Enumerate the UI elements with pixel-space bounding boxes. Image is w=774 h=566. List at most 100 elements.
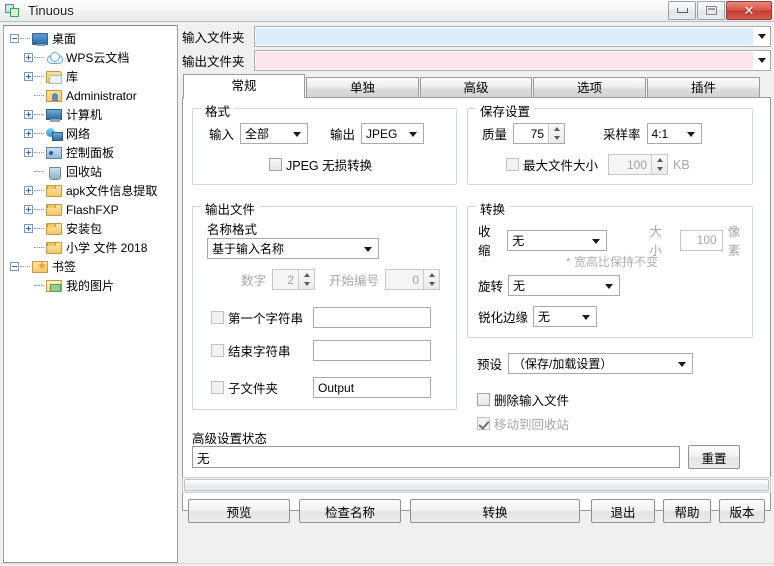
expand-icon[interactable] [24, 186, 33, 195]
tab-3[interactable]: 选项 [533, 77, 646, 98]
input-folder-dropdown-button[interactable] [753, 26, 770, 46]
format-output-value: JPEG [366, 126, 398, 141]
format-output-select[interactable]: JPEG [361, 123, 425, 144]
tree-item[interactable]: 计算机 [10, 105, 177, 124]
delete-input-files-checkbox[interactable]: 删除输入文件 [477, 390, 569, 409]
input-folder-field[interactable] [256, 27, 753, 45]
tab-0[interactable]: 常规 [183, 74, 305, 98]
control-panel-icon [46, 146, 62, 159]
expand-icon[interactable] [24, 148, 33, 157]
tab-4[interactable]: 插件 [647, 77, 760, 98]
maximize-button[interactable] [697, 1, 725, 20]
action-button-1[interactable]: 检查名称 [299, 499, 401, 523]
expand-icon[interactable] [24, 53, 33, 62]
format-input-select[interactable]: 全部 [240, 123, 309, 144]
format-group-title: 格式 [201, 101, 235, 120]
quality-value[interactable]: 75 [514, 127, 548, 141]
tree-item[interactable]: 安装包 [10, 219, 177, 238]
action-button-5[interactable]: 版本 [719, 499, 765, 523]
output-file-group: 输出文件 名称格式 基于输入名称 数字 2 开始编号 0 第一个字符串 结束字符… [192, 199, 457, 410]
close-button[interactable]: ✕ [726, 1, 772, 20]
tree-item[interactable]: 小学 文件 2018 [10, 238, 177, 257]
first-string-input[interactable] [313, 307, 431, 328]
spinner-down-icon [553, 136, 560, 141]
action-button-3[interactable]: 退出 [591, 499, 655, 523]
folder-icon [46, 184, 62, 197]
input-folder-combo[interactable] [254, 25, 771, 47]
quality-spinner[interactable]: 75 [513, 123, 566, 144]
tree-item[interactable]: 我的图片 [10, 276, 177, 295]
action-button-2[interactable]: 转换 [410, 499, 580, 523]
sharpen-select[interactable]: 无 [533, 306, 598, 327]
tree-item[interactable]: 网络 [10, 124, 177, 143]
checkbox-box [269, 158, 282, 171]
folder-tree-panel[interactable]: 桌面 WPS云文档库 Administrator 计算机 网络 控制面板回收站 apk文件信… [3, 25, 178, 563]
sampling-select[interactable]: 4:1 [646, 123, 702, 144]
computer-icon [46, 109, 62, 122]
chevron-down-icon [592, 238, 601, 244]
jpeg-lossless-checkbox[interactable]: JPEG 无损转换 [269, 155, 372, 174]
start-number-spinner: 0 [385, 269, 441, 290]
shrink-select[interactable]: 无 [507, 229, 608, 251]
tree-item[interactable]: 桌面 [10, 29, 177, 48]
output-folder-combo[interactable] [254, 49, 771, 71]
expand-icon[interactable] [24, 129, 33, 138]
tab-1[interactable]: 单独 [306, 77, 419, 98]
chevron-down-icon [364, 247, 372, 252]
tree-item[interactable]: 回收站 [10, 162, 177, 181]
output-folder-dropdown-button[interactable] [753, 50, 770, 70]
shrink-value: 无 [512, 233, 525, 248]
checkbox-box [477, 417, 490, 430]
action-button-4[interactable]: 帮助 [663, 499, 711, 523]
monitor-icon [32, 32, 48, 46]
subfolder-checkbox[interactable]: 子文件夹 [211, 378, 309, 397]
spinner-buttons[interactable] [548, 124, 565, 143]
expand-icon[interactable] [24, 205, 33, 214]
tab-2[interactable]: 高级 [420, 77, 532, 98]
subfolder-input[interactable]: Output [313, 377, 431, 398]
tree-item[interactable]: 库 [10, 67, 177, 86]
output-file-group-title: 输出文件 [201, 199, 260, 218]
expand-icon[interactable] [24, 110, 33, 119]
rotate-select[interactable]: 无 [508, 275, 621, 296]
format-input-value: 全部 [245, 127, 270, 141]
tree-item[interactable]: FlashFXP [10, 200, 177, 219]
advanced-status-field[interactable]: 无 [192, 446, 680, 468]
tree-item[interactable]: 书签 [10, 257, 177, 276]
close-icon: ✕ [743, 3, 755, 18]
tree-item[interactable]: WPS云文档 [10, 48, 177, 67]
max-file-size-checkbox[interactable]: 最大文件大小 [506, 155, 598, 174]
reset-button[interactable]: 重置 [688, 445, 740, 469]
expand-icon[interactable] [24, 224, 33, 233]
tree-item-label: FlashFXP [66, 202, 119, 217]
end-string-checkbox[interactable]: 结束字符串 [211, 341, 309, 360]
horizontal-scrollbar[interactable] [182, 477, 771, 493]
tree-connector [34, 76, 44, 77]
collapse-icon[interactable] [10, 34, 19, 43]
end-string-input[interactable] [313, 340, 431, 361]
tree-item-label: 库 [66, 70, 79, 84]
name-format-select[interactable]: 基于输入名称 [207, 238, 379, 259]
tree-item-label: 回收站 [66, 165, 103, 179]
collapse-icon[interactable] [10, 262, 19, 271]
first-string-checkbox[interactable]: 第一个字符串 [211, 308, 309, 327]
main-panel: 输入文件夹 输出文件夹 常规 单独 高级 选项 插件 格式 输入 全部 输出 J… [182, 25, 771, 563]
tree-item[interactable]: 控制面板 [10, 143, 177, 162]
minimize-button[interactable] [668, 1, 696, 20]
library-folder-icon [46, 70, 62, 84]
expand-icon[interactable] [24, 72, 33, 81]
sampling-label: 采样率 [603, 128, 641, 142]
chevron-down-icon [757, 57, 766, 63]
action-button-0[interactable]: 预览 [188, 499, 290, 523]
scrollbar-thumb[interactable] [184, 479, 769, 491]
digits-spinner: 2 [272, 269, 316, 290]
sharpen-label: 锐化边缘 [478, 311, 529, 325]
max-file-size-unit: KB [673, 157, 690, 172]
preset-select[interactable]: （保存/加载设置） [508, 353, 694, 374]
tree-item[interactable]: Administrator [10, 86, 177, 105]
output-folder-field[interactable] [256, 51, 753, 69]
pictures-icon [46, 279, 62, 292]
tree-item[interactable]: apk文件信息提取 [10, 181, 177, 200]
preset-label: 预设 [477, 358, 503, 372]
tree-item-label: apk文件信息提取 [66, 184, 158, 198]
